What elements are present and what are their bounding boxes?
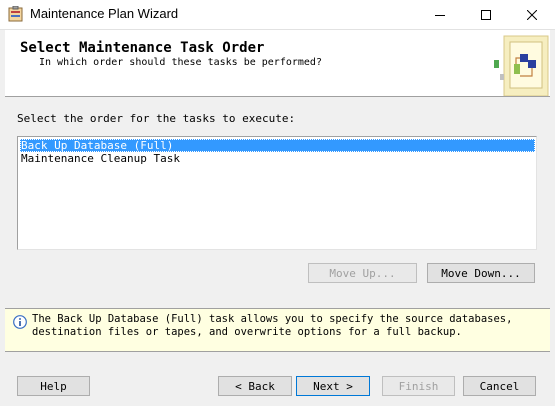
list-item-back-up-database-full[interactable]: Back Up Database (Full)	[20, 139, 535, 152]
move-down-button[interactable]: Move Down...	[427, 263, 535, 283]
task-order-list[interactable]: Back Up Database (Full) Maintenance Clea…	[17, 136, 537, 250]
close-icon	[527, 9, 537, 20]
wizard-graphic-icon	[490, 34, 550, 97]
task-description-line-2: destination files or tapes, and overwrit…	[32, 326, 462, 338]
window-title: Maintenance Plan Wizard	[30, 6, 179, 21]
list-item-maintenance-cleanup-task[interactable]: Maintenance Cleanup Task	[20, 152, 535, 165]
minimize-button[interactable]	[417, 0, 463, 29]
task-description-panel: The Back Up Database (Full) task allows …	[5, 308, 550, 352]
page-title: Select Maintenance Task Order	[20, 40, 265, 56]
info-icon	[13, 315, 27, 329]
wizard-app-icon	[8, 5, 24, 22]
help-button[interactable]: Help	[17, 376, 90, 396]
title-bar: Maintenance Plan Wizard	[0, 0, 555, 30]
task-description-text: The Back Up Database (Full) task allows …	[32, 313, 512, 339]
finish-button[interactable]: Finish	[382, 376, 455, 396]
task-description-line-1: The Back Up Database (Full) task allows …	[32, 313, 513, 325]
wizard-header: Select Maintenance Task Order In which o…	[5, 30, 550, 97]
next-button[interactable]: Next >	[296, 376, 370, 396]
maximize-button[interactable]	[463, 0, 509, 29]
maximize-icon	[481, 9, 491, 20]
cancel-button[interactable]: Cancel	[463, 376, 536, 396]
page-subtitle: In which order should these tasks be per…	[39, 57, 322, 68]
close-button[interactable]	[509, 0, 555, 29]
move-up-button[interactable]: Move Up...	[308, 263, 417, 283]
task-order-instruction: Select the order for the tasks to execut…	[17, 112, 296, 125]
back-button[interactable]: < Back	[218, 376, 292, 396]
minimize-icon	[435, 14, 445, 16]
